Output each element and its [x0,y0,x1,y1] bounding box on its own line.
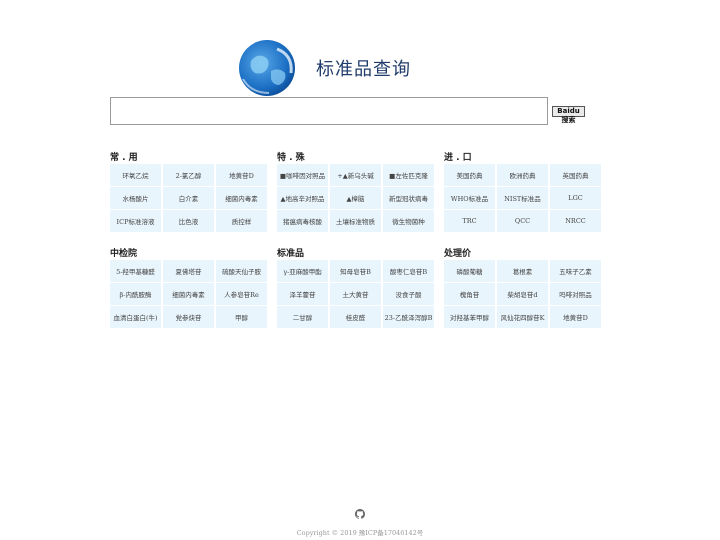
product-link[interactable]: LGC [550,187,601,209]
product-link[interactable]: ▲地高辛对照品 [277,187,328,209]
section-standards: 标准品 γ-亚麻酸甲酯 知母皂苷B 酸枣仁皂苷B 泽羊藿苷 土大黄苷 没食子酸 … [277,248,435,328]
section-grid: γ-亚麻酸甲酯 知母皂苷B 酸枣仁皂苷B 泽羊藿苷 土大黄苷 没食子酸 二甘醇 … [277,260,435,328]
section-grid: 美国药典 欧洲药典 英国药典 WHO标准品 NIST标准品 LGC TRC QC… [444,164,602,232]
product-link[interactable]: +▲新乌头碱 [330,164,381,186]
product-link[interactable]: 对羟基苯甲醇 [444,306,495,328]
product-link[interactable]: 欧洲药典 [497,164,548,186]
product-link[interactable]: 微生物菌种 [383,210,434,232]
section-title: 中检院 [110,249,138,259]
product-link[interactable]: 英国药典 [550,164,601,186]
section-title: 特 . 殊 [277,153,305,163]
product-link[interactable]: 地黄苷D [216,164,267,186]
product-link[interactable]: 猪瘟病毒核酸 [277,210,328,232]
section-common: 常 . 用 环氧乙烷 2-氯乙醇 地黄苷D 水杨酸片 白介素 细菌内毒素 ICP… [110,152,268,232]
product-link[interactable]: 地黄苷D [550,306,601,328]
section-grid: 环氧乙烷 2-氯乙醇 地黄苷D 水杨酸片 白介素 细菌内毒素 ICP标准溶液 比… [110,164,268,232]
product-link[interactable]: 夏佛塔苷 [163,260,214,282]
product-link[interactable]: 五味子乙素 [550,260,601,282]
github-icon[interactable] [355,509,365,519]
search-button[interactable]: Baidu 搜索 [552,106,585,124]
section-clearance: 处理价 磷酸葡糖 葛根素 五味子乙素 槐角苷 柴胡皂苷d 吗啡对照品 对羟基苯甲… [444,248,602,328]
product-link[interactable]: NRCC [550,210,601,232]
product-link[interactable]: 二甘醇 [277,306,328,328]
product-link[interactable]: WHO标准品 [444,187,495,209]
section-title: 处理价 [444,249,472,259]
product-link[interactable]: 知母皂苷B [330,260,381,282]
product-link[interactable]: 没食子酸 [383,283,434,305]
product-link[interactable]: 细菌内毒素 [216,187,267,209]
section-import: 进 . 口 美国药典 欧洲药典 英国药典 WHO标准品 NIST标准品 LGC … [444,152,602,232]
product-link[interactable]: ■左佐匹克隆 [383,164,434,186]
product-link[interactable]: 桂皮醛 [330,306,381,328]
section-special: 特 . 殊 ■咖啡因对照品 +▲新乌头碱 ■左佐匹克隆 ▲地高辛对照品 ▲樟脑 … [277,152,435,232]
product-link[interactable]: 5-羟甲基糠醛 [110,260,161,282]
product-link[interactable]: 血清白蛋白(牛) [110,306,161,328]
product-link[interactable]: 白介素 [163,187,214,209]
product-link[interactable]: 槐角苷 [444,283,495,305]
product-link[interactable]: 风仙花四醇苷K [497,306,548,328]
product-link[interactable]: ICP标准溶液 [110,210,161,232]
product-link[interactable]: 土壤标准物质 [330,210,381,232]
section-title: 常 . 用 [110,153,138,163]
product-link[interactable]: 2-氯乙醇 [163,164,214,186]
product-link[interactable]: TRC [444,210,495,232]
section-title: 标准品 [277,249,305,259]
copyright-text: Copyright © 2019 豫ICP备17046142号 [296,529,424,537]
section-grid: 5-羟甲基糠醛 夏佛塔苷 硫酸天仙子胺 β-内酰胺酶 细菌内毒素 人参皂苷Re … [110,260,268,328]
section-title: 进 . 口 [444,153,472,163]
section-nifdc: 中检院 5-羟甲基糠醛 夏佛塔苷 硫酸天仙子胺 β-内酰胺酶 细菌内毒素 人参皂… [110,248,268,328]
product-link[interactable]: 质控样 [216,210,267,232]
product-link[interactable]: 葛根素 [497,260,548,282]
search-input[interactable] [110,97,548,125]
product-link[interactable]: 土大黄苷 [330,283,381,305]
page-title: 标准品查询 [316,59,411,80]
product-link[interactable]: γ-亚麻酸甲酯 [277,260,328,282]
section-grid: 磷酸葡糖 葛根素 五味子乙素 槐角苷 柴胡皂苷d 吗啡对照品 对羟基苯甲醇 风仙… [444,260,602,328]
product-link[interactable]: 酸枣仁皂苷B [383,260,434,282]
product-link[interactable]: 水杨酸片 [110,187,161,209]
product-link[interactable]: 吗啡对照品 [550,283,601,305]
product-link[interactable]: ■咖啡因对照品 [277,164,328,186]
product-link[interactable]: 细菌内毒素 [163,283,214,305]
product-link[interactable]: 美国药典 [444,164,495,186]
product-link[interactable]: 环氧乙烷 [110,164,161,186]
product-link[interactable]: 23-乙酰泽泻醇B [383,306,434,328]
product-link[interactable]: 磷酸葡糖 [444,260,495,282]
product-link[interactable]: QCC [497,210,548,232]
product-link[interactable]: 硫酸天仙子胺 [216,260,267,282]
section-grid: ■咖啡因对照品 +▲新乌头碱 ■左佐匹克隆 ▲地高辛对照品 ▲樟脑 新型冠状病毒… [277,164,435,232]
product-link[interactable]: 党参炔苷 [163,306,214,328]
product-link[interactable]: 人参皂苷Re [216,283,267,305]
product-link[interactable]: 甲醇 [216,306,267,328]
product-link[interactable]: 新型冠状病毒 [383,187,434,209]
product-link[interactable]: 比色液 [163,210,214,232]
product-link[interactable]: β-内酰胺酶 [110,283,161,305]
product-link[interactable]: NIST标准品 [497,187,548,209]
product-link[interactable]: 柴胡皂苷d [497,283,548,305]
globe-logo-icon [239,40,295,96]
product-link[interactable]: ▲樟脑 [330,187,381,209]
product-link[interactable]: 泽羊藿苷 [277,283,328,305]
